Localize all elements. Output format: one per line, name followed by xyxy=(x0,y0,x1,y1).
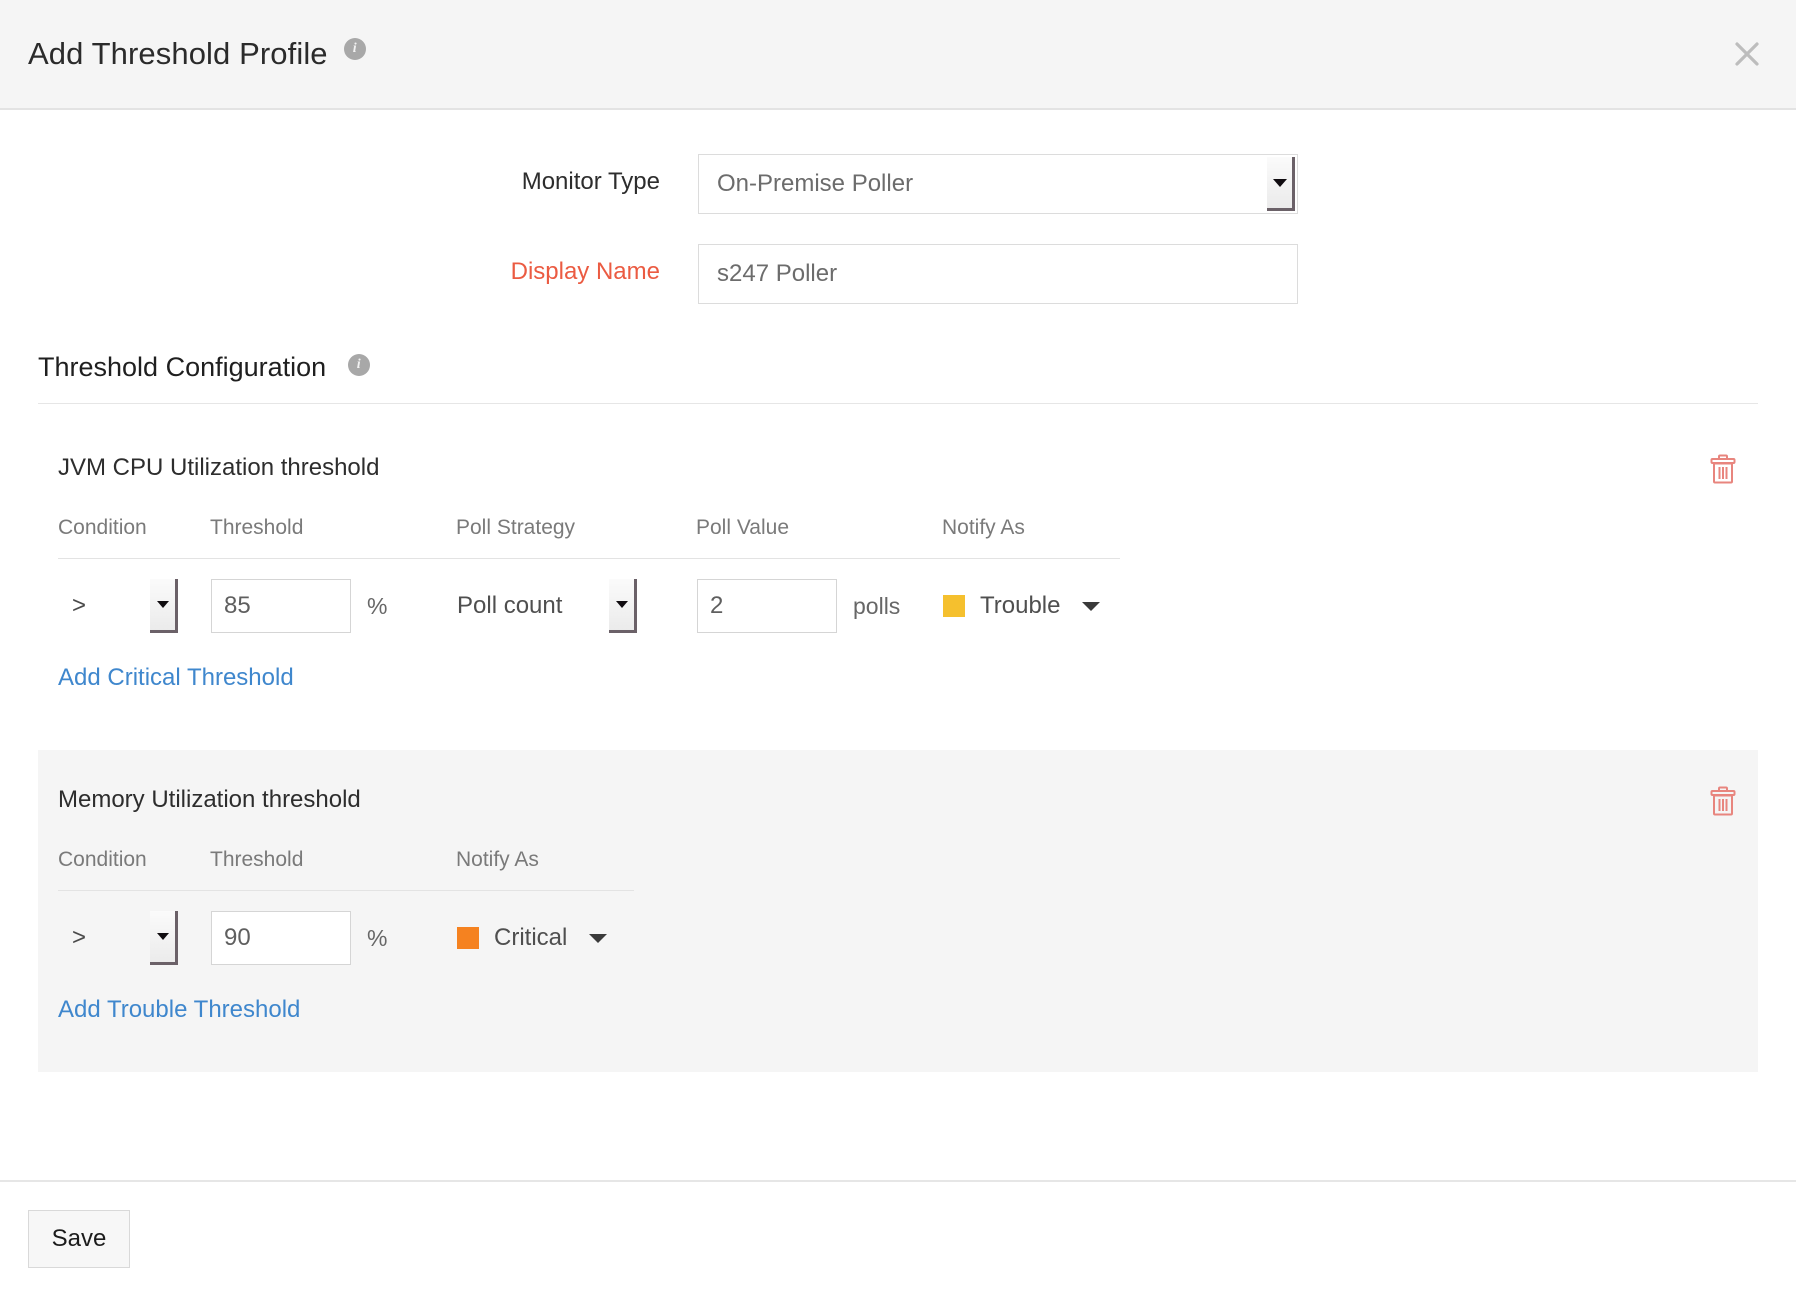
column-header-notify-as: Notify As xyxy=(456,848,634,891)
poll-strategy-value: Poll count xyxy=(457,592,609,620)
notify-as-value: Critical xyxy=(494,924,567,952)
close-icon[interactable] xyxy=(1730,37,1764,71)
block-title: Memory Utilization threshold xyxy=(58,786,1758,814)
cell-threshold: % xyxy=(210,891,456,967)
triangle-down-icon xyxy=(157,601,169,608)
page-title: Add Threshold Profile xyxy=(28,36,328,72)
monitor-type-row: Monitor Type On-Premise Poller xyxy=(0,154,1796,214)
status-badge xyxy=(457,927,479,949)
threshold-input[interactable] xyxy=(211,579,351,633)
triangle-down-icon xyxy=(616,601,628,608)
chevron-down-icon xyxy=(1082,602,1100,611)
condition-operator: > xyxy=(72,592,150,620)
column-header-poll-strategy: Poll Strategy xyxy=(456,516,696,559)
table-row: > % xyxy=(58,559,1120,635)
display-name-label: Display Name xyxy=(0,244,698,300)
threshold-table: Condition Threshold Poll Strategy Poll V… xyxy=(58,516,1120,634)
table-header-row: Condition Threshold Notify As xyxy=(58,848,634,891)
info-icon[interactable]: i xyxy=(348,354,370,376)
cell-poll-strategy: Poll count xyxy=(456,559,696,635)
dialog-header: Add Threshold Profile i xyxy=(0,0,1796,110)
add-trouble-threshold-link[interactable]: Add Trouble Threshold xyxy=(58,996,300,1024)
chevron-down-icon xyxy=(589,934,607,943)
condition-dropdown[interactable] xyxy=(150,579,178,633)
threshold-unit: % xyxy=(367,925,387,952)
trash-icon[interactable] xyxy=(1710,454,1736,484)
add-threshold-profile-dialog: Add Threshold Profile i Monitor Type On-… xyxy=(0,0,1796,1312)
section-title: Threshold Configuration xyxy=(38,352,326,382)
dialog-footer: Save xyxy=(0,1180,1796,1312)
threshold-block-jvm-cpu: JVM CPU Utilization threshold Condition … xyxy=(38,418,1758,722)
threshold-input[interactable] xyxy=(211,911,351,965)
notify-as-value: Trouble xyxy=(980,592,1060,620)
condition-dropdown[interactable] xyxy=(150,911,178,965)
threshold-unit: % xyxy=(367,593,387,620)
cell-condition: > xyxy=(58,559,210,635)
column-header-condition: Condition xyxy=(58,516,210,559)
cell-poll-value: polls xyxy=(696,559,942,635)
triangle-down-icon xyxy=(157,933,169,940)
poll-value-unit: polls xyxy=(853,593,900,620)
save-button[interactable]: Save xyxy=(28,1210,130,1268)
table-row: > % xyxy=(58,891,634,967)
column-header-condition: Condition xyxy=(58,848,210,891)
threshold-table: Condition Threshold Notify As > xyxy=(58,848,634,966)
display-name-input[interactable] xyxy=(698,244,1298,304)
trash-icon[interactable] xyxy=(1710,786,1736,816)
status-badge xyxy=(943,595,965,617)
display-name-row: Display Name xyxy=(0,244,1796,304)
add-critical-threshold-link[interactable]: Add Critical Threshold xyxy=(58,664,294,692)
condition-operator: > xyxy=(72,924,150,952)
info-icon[interactable]: i xyxy=(344,38,366,60)
column-header-notify-as: Notify As xyxy=(942,516,1120,559)
column-header-threshold: Threshold xyxy=(210,516,456,559)
notify-as-dropdown[interactable]: Critical xyxy=(457,924,633,952)
section-header: Threshold Configuration i xyxy=(38,352,1758,404)
notify-as-dropdown[interactable]: Trouble xyxy=(943,592,1119,620)
threshold-block-memory: Memory Utilization threshold Condition T… xyxy=(38,750,1758,1072)
column-header-poll-value: Poll Value xyxy=(696,516,942,559)
monitor-type-select[interactable]: On-Premise Poller xyxy=(698,154,1298,214)
threshold-configuration-section: Threshold Configuration i JVM CPU Utiliz… xyxy=(38,352,1758,1072)
cell-condition: > xyxy=(58,891,210,967)
profile-form: Monitor Type On-Premise Poller Display N… xyxy=(0,110,1796,304)
cell-notify-as: Trouble xyxy=(942,559,1120,635)
cell-threshold: % xyxy=(210,559,456,635)
chevron-down-icon[interactable] xyxy=(1267,157,1295,211)
poll-value-input[interactable] xyxy=(697,579,837,633)
column-header-threshold: Threshold xyxy=(210,848,456,891)
table-header-row: Condition Threshold Poll Strategy Poll V… xyxy=(58,516,1120,559)
monitor-type-label: Monitor Type xyxy=(0,154,698,210)
monitor-type-value: On-Premise Poller xyxy=(698,154,1298,214)
triangle-down-icon xyxy=(1273,179,1287,187)
block-title: JVM CPU Utilization threshold xyxy=(58,454,1758,482)
poll-strategy-dropdown[interactable] xyxy=(609,579,637,633)
cell-notify-as: Critical xyxy=(456,891,634,967)
